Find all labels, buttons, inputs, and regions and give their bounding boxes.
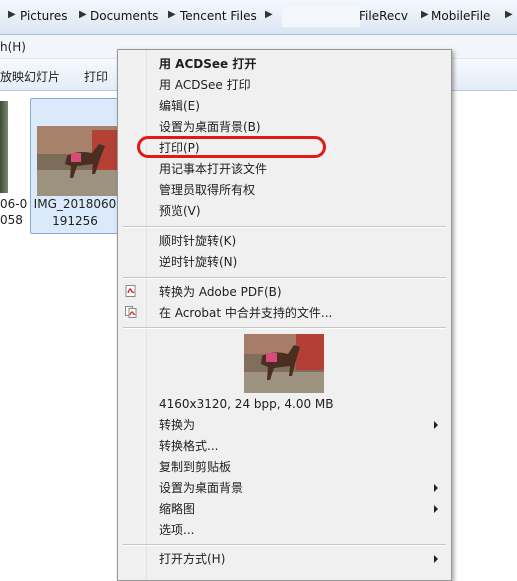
breadcrumb-separator-icon[interactable]: ▶ xyxy=(79,9,87,20)
slideshow-button[interactable]: 放映幻灯片 xyxy=(0,68,60,85)
menu-help[interactable]: h(H) xyxy=(0,40,26,54)
image-preview xyxy=(244,334,324,393)
file-name: IMG_2018060 xyxy=(33,197,117,211)
breadcrumb-tencent-files[interactable]: Tencent Files xyxy=(180,9,257,23)
print-button[interactable]: 打印 xyxy=(84,68,108,85)
menu-item-options[interactable]: 选项... xyxy=(159,523,194,537)
image-info: 4160x3120, 24 bpp, 4.00 MB xyxy=(159,397,334,411)
address-bar[interactable]: ▶ Pictures ▶ Documents ▶ Tencent Files ▶… xyxy=(0,0,517,35)
menu-item-acrobat-combine[interactable]: 在 Acrobat 中合并支持的文件... xyxy=(159,306,332,320)
breadcrumb-separator-icon[interactable]: ▶ xyxy=(265,9,273,20)
menu-separator xyxy=(123,277,446,279)
menu-item-thumbnail[interactable]: 缩略图 xyxy=(159,502,195,516)
menu-item-acdsee-print[interactable]: 用 ACDSee 打印 xyxy=(159,78,251,92)
breadcrumb-separator-icon[interactable]: ▶ xyxy=(168,9,176,20)
breadcrumb-documents[interactable]: Documents xyxy=(90,9,158,23)
menu-item-convert-format[interactable]: 转换格式... xyxy=(159,439,218,453)
file-thumbnail xyxy=(37,126,121,196)
horse-preview-image xyxy=(244,334,324,393)
pdf-convert-icon xyxy=(125,285,136,297)
breadcrumb-separator-icon[interactable]: ▶ xyxy=(505,9,513,20)
menu-item-desktop-bg-submenu[interactable]: 设置为桌面背景 xyxy=(159,481,243,495)
menu-item-preview[interactable]: 预览(V) xyxy=(159,204,201,218)
breadcrumb-mobilefile[interactable]: MobileFile xyxy=(431,9,490,23)
menu-item-acdsee-open[interactable]: 用 ACDSee 打开 xyxy=(159,57,256,71)
horse-thumbnail-image xyxy=(37,126,121,196)
partial-file-caption: 058 xyxy=(0,213,23,227)
menu-item-edit[interactable]: 编辑(E) xyxy=(159,99,200,113)
submenu-arrow-icon xyxy=(434,555,438,563)
file-name-line-2: 191256 xyxy=(52,214,98,228)
menu-item-open-notepad[interactable]: 用记事本打开该文件 xyxy=(159,162,267,176)
menu-separator xyxy=(123,327,446,329)
menu-item-rotate-ccw[interactable]: 逆时针旋转(N) xyxy=(159,255,237,269)
submenu-arrow-icon xyxy=(434,421,438,429)
partial-thumbnail[interactable] xyxy=(0,101,8,193)
menu-separator xyxy=(123,544,446,546)
menu-item-convert-pdf[interactable]: 转换为 Adobe PDF(B) xyxy=(159,285,282,299)
menu-item-set-desktop-bg[interactable]: 设置为桌面背景(B) xyxy=(159,120,261,134)
breadcrumb-separator-icon[interactable]: ▶ xyxy=(8,9,16,20)
submenu-arrow-icon xyxy=(434,484,438,492)
menu-item-take-ownership[interactable]: 管理员取得所有权 xyxy=(159,183,255,197)
menu-item-rotate-cw[interactable]: 顺时针旋转(K) xyxy=(159,234,236,248)
submenu-arrow-icon xyxy=(434,505,438,513)
menu-separator xyxy=(123,226,446,228)
breadcrumb-pictures[interactable]: Pictures xyxy=(20,9,68,23)
menu-item-convert-to[interactable]: 转换为 xyxy=(159,418,195,432)
partial-file-caption: 06-0 xyxy=(0,197,28,211)
context-menu: 用 ACDSee 打开 用 ACDSee 打印 编辑(E) 设置为桌面背景(B)… xyxy=(117,49,452,581)
breadcrumb-separator-icon[interactable]: ▶ xyxy=(421,9,429,20)
menu-item-open-with[interactable]: 打开方式(H) xyxy=(159,552,225,566)
breadcrumb-filerecv[interactable]: FileRecv xyxy=(359,9,408,23)
selected-file-tile[interactable]: IMG_2018060 191256 xyxy=(30,98,121,234)
blurred-segment xyxy=(282,6,360,27)
print-highlight-ring xyxy=(137,136,326,158)
acrobat-combine-icon xyxy=(125,306,137,318)
menu-item-copy-clipboard[interactable]: 复制到剪贴板 xyxy=(159,460,231,474)
